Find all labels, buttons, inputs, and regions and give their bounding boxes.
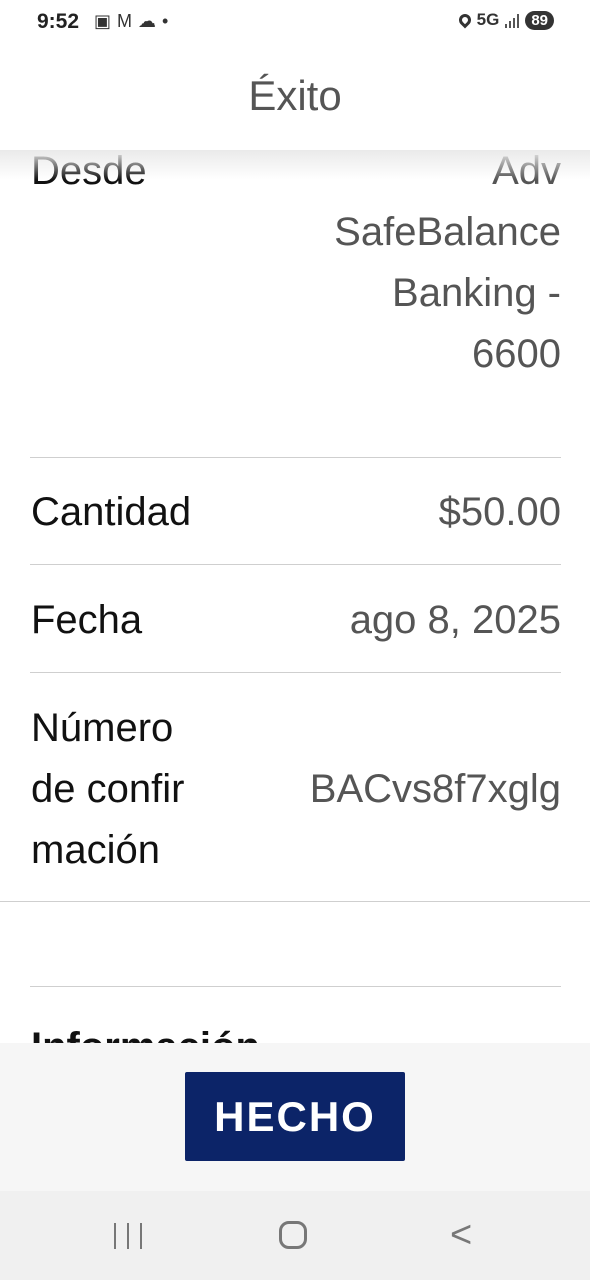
location-icon (456, 11, 474, 29)
battery-icon: 89 (525, 10, 554, 30)
info-section-label: Información (31, 1025, 260, 1043)
header-shadow (0, 150, 590, 180)
confirmation-label-line-3: mación (31, 828, 160, 872)
confirmation-value: BACvs8f7xglg (309, 767, 561, 811)
signal-icon (505, 12, 520, 28)
network-type: 5G (476, 10, 500, 29)
status-bar: 9:52 ▣ M ☁ • 5G 89 (0, 0, 590, 44)
amount-value: $50.00 (438, 490, 561, 534)
screenshot-icon: ▣ (94, 11, 112, 31)
transfer-details: Desde Adv SafeBalance Banking - 6600 Can… (0, 150, 590, 1043)
from-value-line-2: SafeBalance (334, 210, 561, 254)
date-label: Fecha (31, 598, 143, 642)
system-nav-bar: < (0, 1191, 590, 1280)
dot-icon: • (162, 11, 169, 31)
status-right: 5G 89 (456, 10, 554, 30)
cloud-icon: ☁ (138, 11, 157, 31)
amount-label: Cantidad (31, 490, 192, 534)
back-icon[interactable]: < (450, 1216, 472, 1254)
done-button[interactable]: HECHO (185, 1072, 405, 1161)
date-value: ago 8, 2025 (349, 598, 561, 642)
divider (30, 672, 561, 673)
divider (30, 457, 561, 458)
confirmation-label-line-2: de confir (31, 767, 185, 811)
confirmation-label-line-1: Número (31, 706, 174, 750)
divider (30, 564, 561, 565)
status-time: 9:52 (37, 10, 80, 33)
divider (0, 901, 590, 902)
app-header: Éxito (0, 44, 590, 150)
page-title: Éxito (248, 72, 342, 119)
from-value-line-3: Banking - (392, 271, 561, 315)
gmail-icon: M (117, 11, 133, 31)
recents-icon[interactable] (114, 1223, 142, 1249)
from-value-line-4: 6600 (472, 332, 561, 376)
home-icon[interactable] (279, 1221, 307, 1249)
action-bar: HECHO (0, 1043, 590, 1191)
divider (30, 986, 561, 987)
notification-icons: ▣ M ☁ • (94, 11, 168, 31)
